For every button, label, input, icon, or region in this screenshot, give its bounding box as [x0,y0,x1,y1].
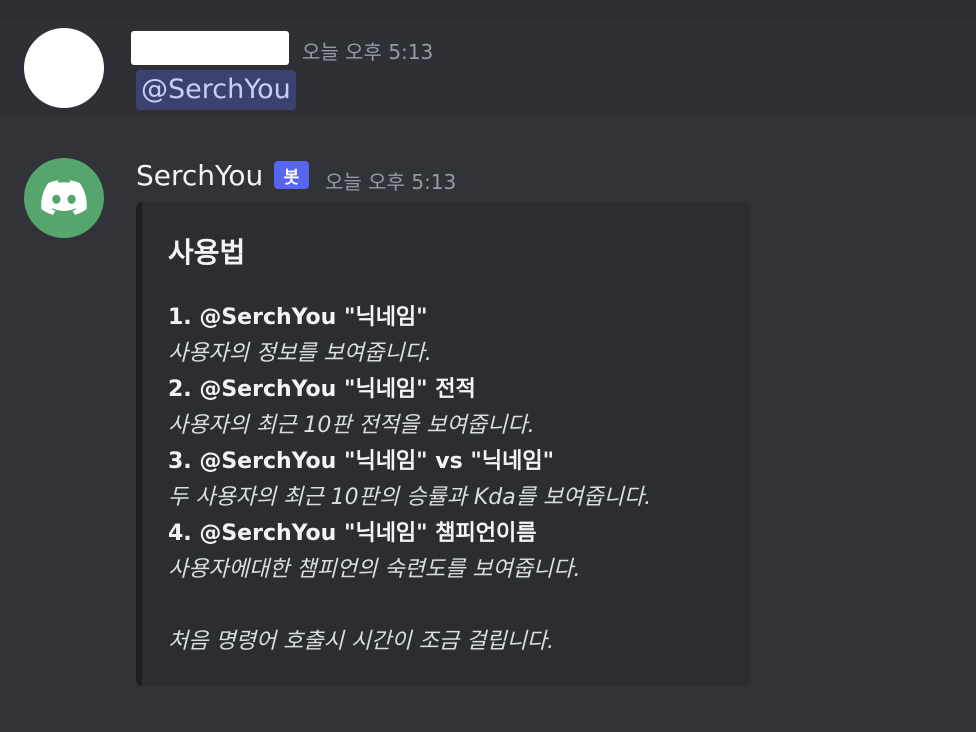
embed-description-line: 사용자에대한 챔피언의 숙련도를 보여줍니다. [168,557,581,582]
bot-embed: 사용법 1. @SerchYou "닉네임" 사용자의 정보를 보여줍니다. 2… [136,202,751,686]
discord-logo-icon [41,180,87,215]
user-avatar[interactable] [24,28,104,108]
top-divider-strip [0,0,976,20]
redacted-username[interactable] [131,31,289,65]
bot-avatar[interactable] [24,158,104,238]
bot-badge: 봇 [274,161,309,189]
embed-command-line: 1. @SerchYou "닉네임" [168,305,428,330]
embed-description-line: 사용자의 정보를 보여줍니다. [168,341,432,366]
embed-spacer [168,588,731,624]
message-timestamp[interactable]: 오늘 오후 5:13 [302,36,433,65]
embed-description-line: 두 사용자의 최근 10판의 승률과 Kda를 보여줍니다. [168,485,652,510]
message-timestamp[interactable]: 오늘 오후 5:13 [325,166,456,195]
bot-username[interactable]: SerchYou [136,158,263,194]
embed-description-line: 사용자의 최근 10판 전적을 보여줍니다. [168,413,535,438]
embed-footer-note: 처음 명령어 호출시 시간이 조금 걸립니다. [168,629,555,654]
user-mention[interactable]: @SerchYou [136,70,296,110]
embed-command-line: 4. @SerchYou "닉네임" 챔피언이름 [168,521,537,546]
embed-title: 사용법 [168,236,246,269]
embed-command-line: 2. @SerchYou "닉네임" 전적 [168,377,476,402]
embed-command-line: 3. @SerchYou "닉네임" vs "닉네임" [168,449,555,474]
